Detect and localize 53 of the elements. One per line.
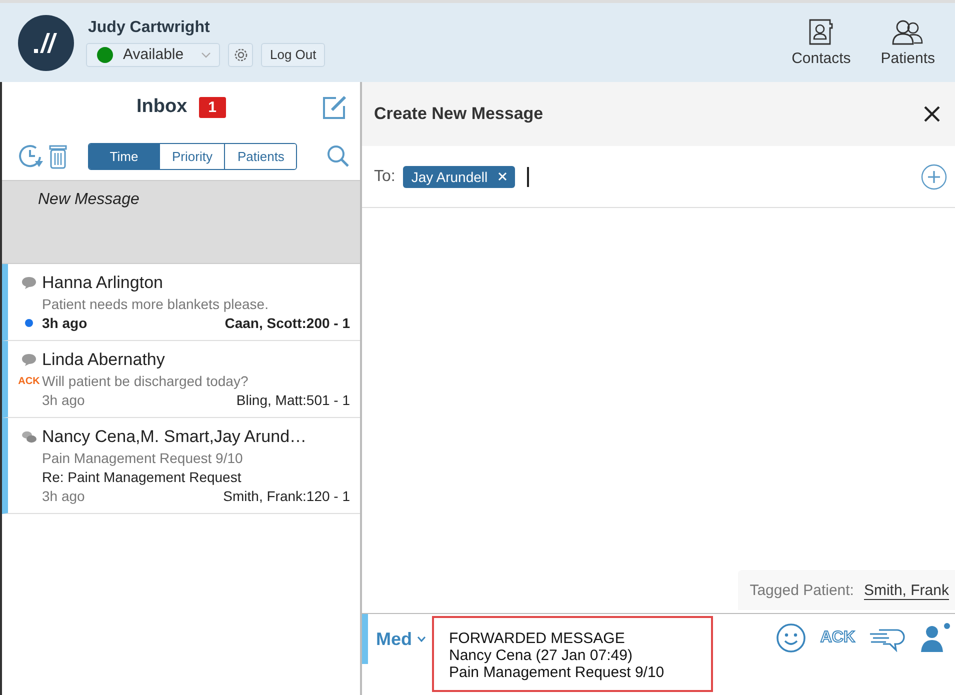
chat-bubble-icon	[21, 276, 37, 290]
add-recipient-icon[interactable]	[921, 164, 947, 190]
message-preview: Patient needs more blankets please.	[42, 296, 268, 312]
message-time: 3h ago	[42, 315, 88, 331]
ack-button[interactable]: ACK	[820, 629, 855, 647]
inbox-title: Inbox	[136, 96, 188, 118]
contacts-button[interactable]: Contacts	[790, 18, 853, 67]
message-subject: Re: Paint Management Request	[42, 469, 242, 485]
person-icon[interactable]	[919, 622, 951, 654]
chevron-icon	[201, 52, 211, 58]
message-item[interactable]: Linda Abernathy ACKWill patient be discharged today? 3h ago Bling, Matt:501 - 1	[2, 341, 360, 418]
status-dropdown[interactable]: Available	[86, 42, 220, 66]
people-icon	[892, 18, 924, 46]
message-preview: Will patient be discharged today?	[42, 373, 248, 389]
user-name: Judy Cartwright	[87, 18, 211, 36]
draft-item[interactable]: New Message	[2, 180, 360, 264]
patient-room: Bling, Matt:501 - 1	[236, 392, 350, 408]
search-icon[interactable]	[326, 144, 350, 168]
tagged-patient-label: Tagged Patient:	[750, 582, 854, 600]
message-time: 3h ago	[42, 488, 85, 504]
message-preview: Pain Management Request 9/10	[42, 450, 243, 466]
contact-card-icon	[808, 18, 834, 46]
ack-tag: ACK	[18, 376, 40, 386]
unread-count-badge: 1	[199, 96, 226, 118]
patient-room: Smith, Frank:120 - 1	[223, 488, 350, 504]
sender-name: Nancy Cena,M. Smart,Jay Arund…	[42, 427, 307, 447]
sort-tab[interactable]: Time	[89, 144, 159, 168]
message-item[interactable]: Hanna Arlington Patient needs more blankets please. 3h ago Caan, Scott:200 - 1	[2, 264, 360, 341]
chat-bubbles-icon	[21, 430, 37, 444]
settings-icon	[232, 46, 248, 62]
sender-name: Linda Abernathy	[42, 350, 165, 370]
text-cursor	[526, 166, 529, 186]
message-item[interactable]: Nancy Cena,M. Smart,Jay Arund… Pain Management Request 9/10 Re: Paint Management Request 3h ago Smith, Frank:120 - 1	[2, 418, 360, 514]
message-time: 3h ago	[42, 392, 85, 408]
remove-icon[interactable]	[498, 172, 507, 181]
chevron-icon	[417, 636, 426, 642]
patients-button[interactable]: Patients	[878, 18, 937, 67]
close-icon[interactable]	[923, 105, 941, 123]
trash-icon[interactable]	[48, 143, 68, 169]
history-icon[interactable]	[18, 143, 44, 169]
message-field[interactable]: FORWARDED MESSAGE Nancy Cena (27 Jan 07:49) Pain Management Request 9/10	[432, 616, 713, 692]
tagged-patient-link[interactable]: Smith, Frank	[864, 582, 949, 600]
compose-title: Create New Message	[374, 104, 544, 124]
compose-icon[interactable]	[322, 94, 348, 120]
to-label: To:	[374, 168, 396, 186]
smiley-icon[interactable]	[776, 623, 806, 653]
sort-tab[interactable]: Patients	[224, 144, 296, 168]
recipient-chip[interactable]: Jay Arundell	[403, 166, 515, 188]
settings-button[interactable]	[228, 42, 253, 66]
patient-room: Caan, Scott:200 - 1	[224, 315, 350, 331]
sender-name: Hanna Arlington	[42, 273, 163, 293]
chat-bubble-icon	[21, 353, 37, 367]
logout-button[interactable]: Log Out	[261, 42, 326, 66]
